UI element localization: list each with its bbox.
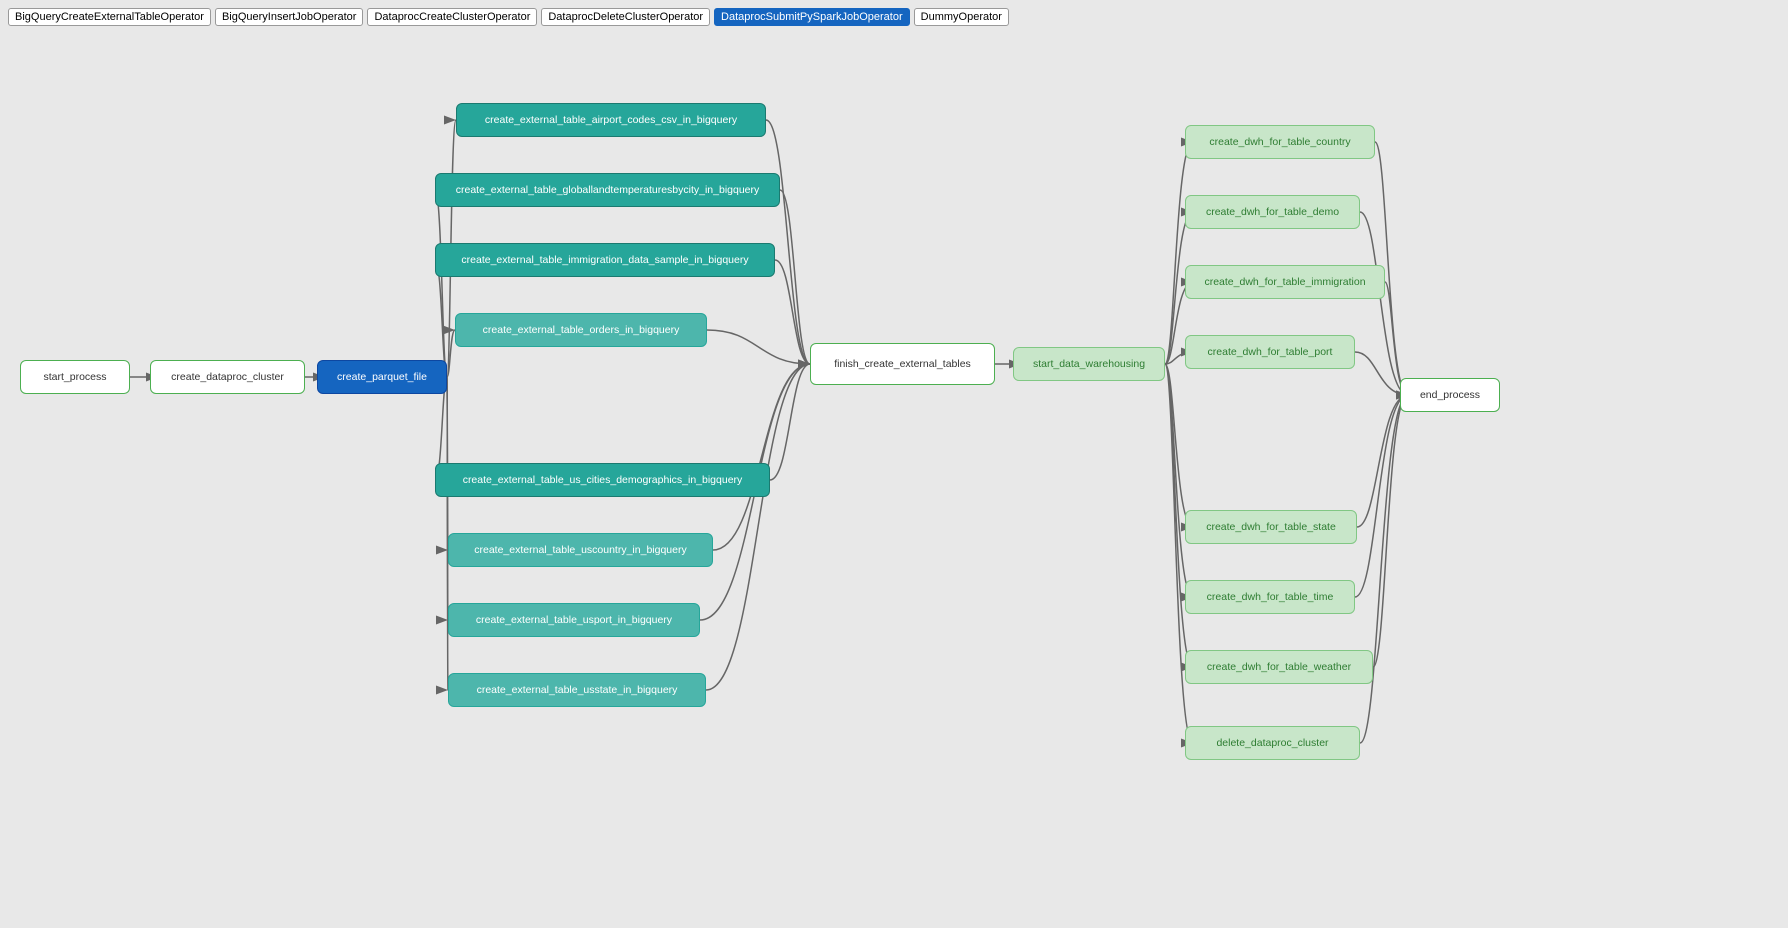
node-finish_create_external_tables[interactable]: finish_create_external_tables bbox=[810, 343, 995, 385]
node-delete_dataproc_cluster[interactable]: delete_dataproc_cluster bbox=[1185, 726, 1360, 760]
node-start_data_warehousing[interactable]: start_data_warehousing bbox=[1013, 347, 1165, 381]
node-end_process[interactable]: end_process bbox=[1400, 378, 1500, 412]
node-dwh_state[interactable]: create_dwh_for_table_state bbox=[1185, 510, 1357, 544]
node-dwh_time[interactable]: create_dwh_for_table_time bbox=[1185, 580, 1355, 614]
operator-filter-bar: BigQueryCreateExternalTableOperatorBigQu… bbox=[0, 0, 1788, 60]
node-ext_immigration[interactable]: create_external_table_immigration_data_s… bbox=[435, 243, 775, 277]
node-dwh_immigration[interactable]: create_dwh_for_table_immigration bbox=[1185, 265, 1385, 299]
node-ext_usport[interactable]: create_external_table_usport_in_bigquery bbox=[448, 603, 700, 637]
operator-tag-dataprocdeleteclusteroperator[interactable]: DataprocDeleteClusterOperator bbox=[541, 8, 710, 26]
dag-connections bbox=[0, 60, 1788, 928]
node-dwh_port[interactable]: create_dwh_for_table_port bbox=[1185, 335, 1355, 369]
operator-tag-bigqueryinsertjoboperator[interactable]: BigQueryInsertJobOperator bbox=[215, 8, 364, 26]
node-ext_airport[interactable]: create_external_table_airport_codes_csv_… bbox=[456, 103, 766, 137]
node-ext_orders[interactable]: create_external_table_orders_in_bigquery bbox=[455, 313, 707, 347]
operator-tag-dataprocsubmitpysparkjoboperator[interactable]: DataprocSubmitPySparkJobOperator bbox=[714, 8, 910, 26]
node-create_dataproc_cluster[interactable]: create_dataproc_cluster bbox=[150, 360, 305, 394]
node-dwh_country[interactable]: create_dwh_for_table_country bbox=[1185, 125, 1375, 159]
operator-tag-bigquerycreateexternaltableoperator[interactable]: BigQueryCreateExternalTableOperator bbox=[8, 8, 211, 26]
node-dwh_weather[interactable]: create_dwh_for_table_weather bbox=[1185, 650, 1373, 684]
node-ext_usstate[interactable]: create_external_table_usstate_in_bigquer… bbox=[448, 673, 706, 707]
operator-tag-dataproccreateclusteroperator[interactable]: DataprocCreateClusterOperator bbox=[367, 8, 537, 26]
node-ext_global[interactable]: create_external_table_globallandtemperat… bbox=[435, 173, 780, 207]
node-ext_uscountry[interactable]: create_external_table_uscountry_in_bigqu… bbox=[448, 533, 713, 567]
node-start_process[interactable]: start_process bbox=[20, 360, 130, 394]
node-dwh_demo[interactable]: create_dwh_for_table_demo bbox=[1185, 195, 1360, 229]
node-ext_us_cities[interactable]: create_external_table_us_cities_demograp… bbox=[435, 463, 770, 497]
dag-canvas: start_processcreate_dataproc_clustercrea… bbox=[0, 60, 1788, 928]
operator-tag-dummyoperator[interactable]: DummyOperator bbox=[914, 8, 1009, 26]
node-create_parquet_file[interactable]: create_parquet_file bbox=[317, 360, 447, 394]
